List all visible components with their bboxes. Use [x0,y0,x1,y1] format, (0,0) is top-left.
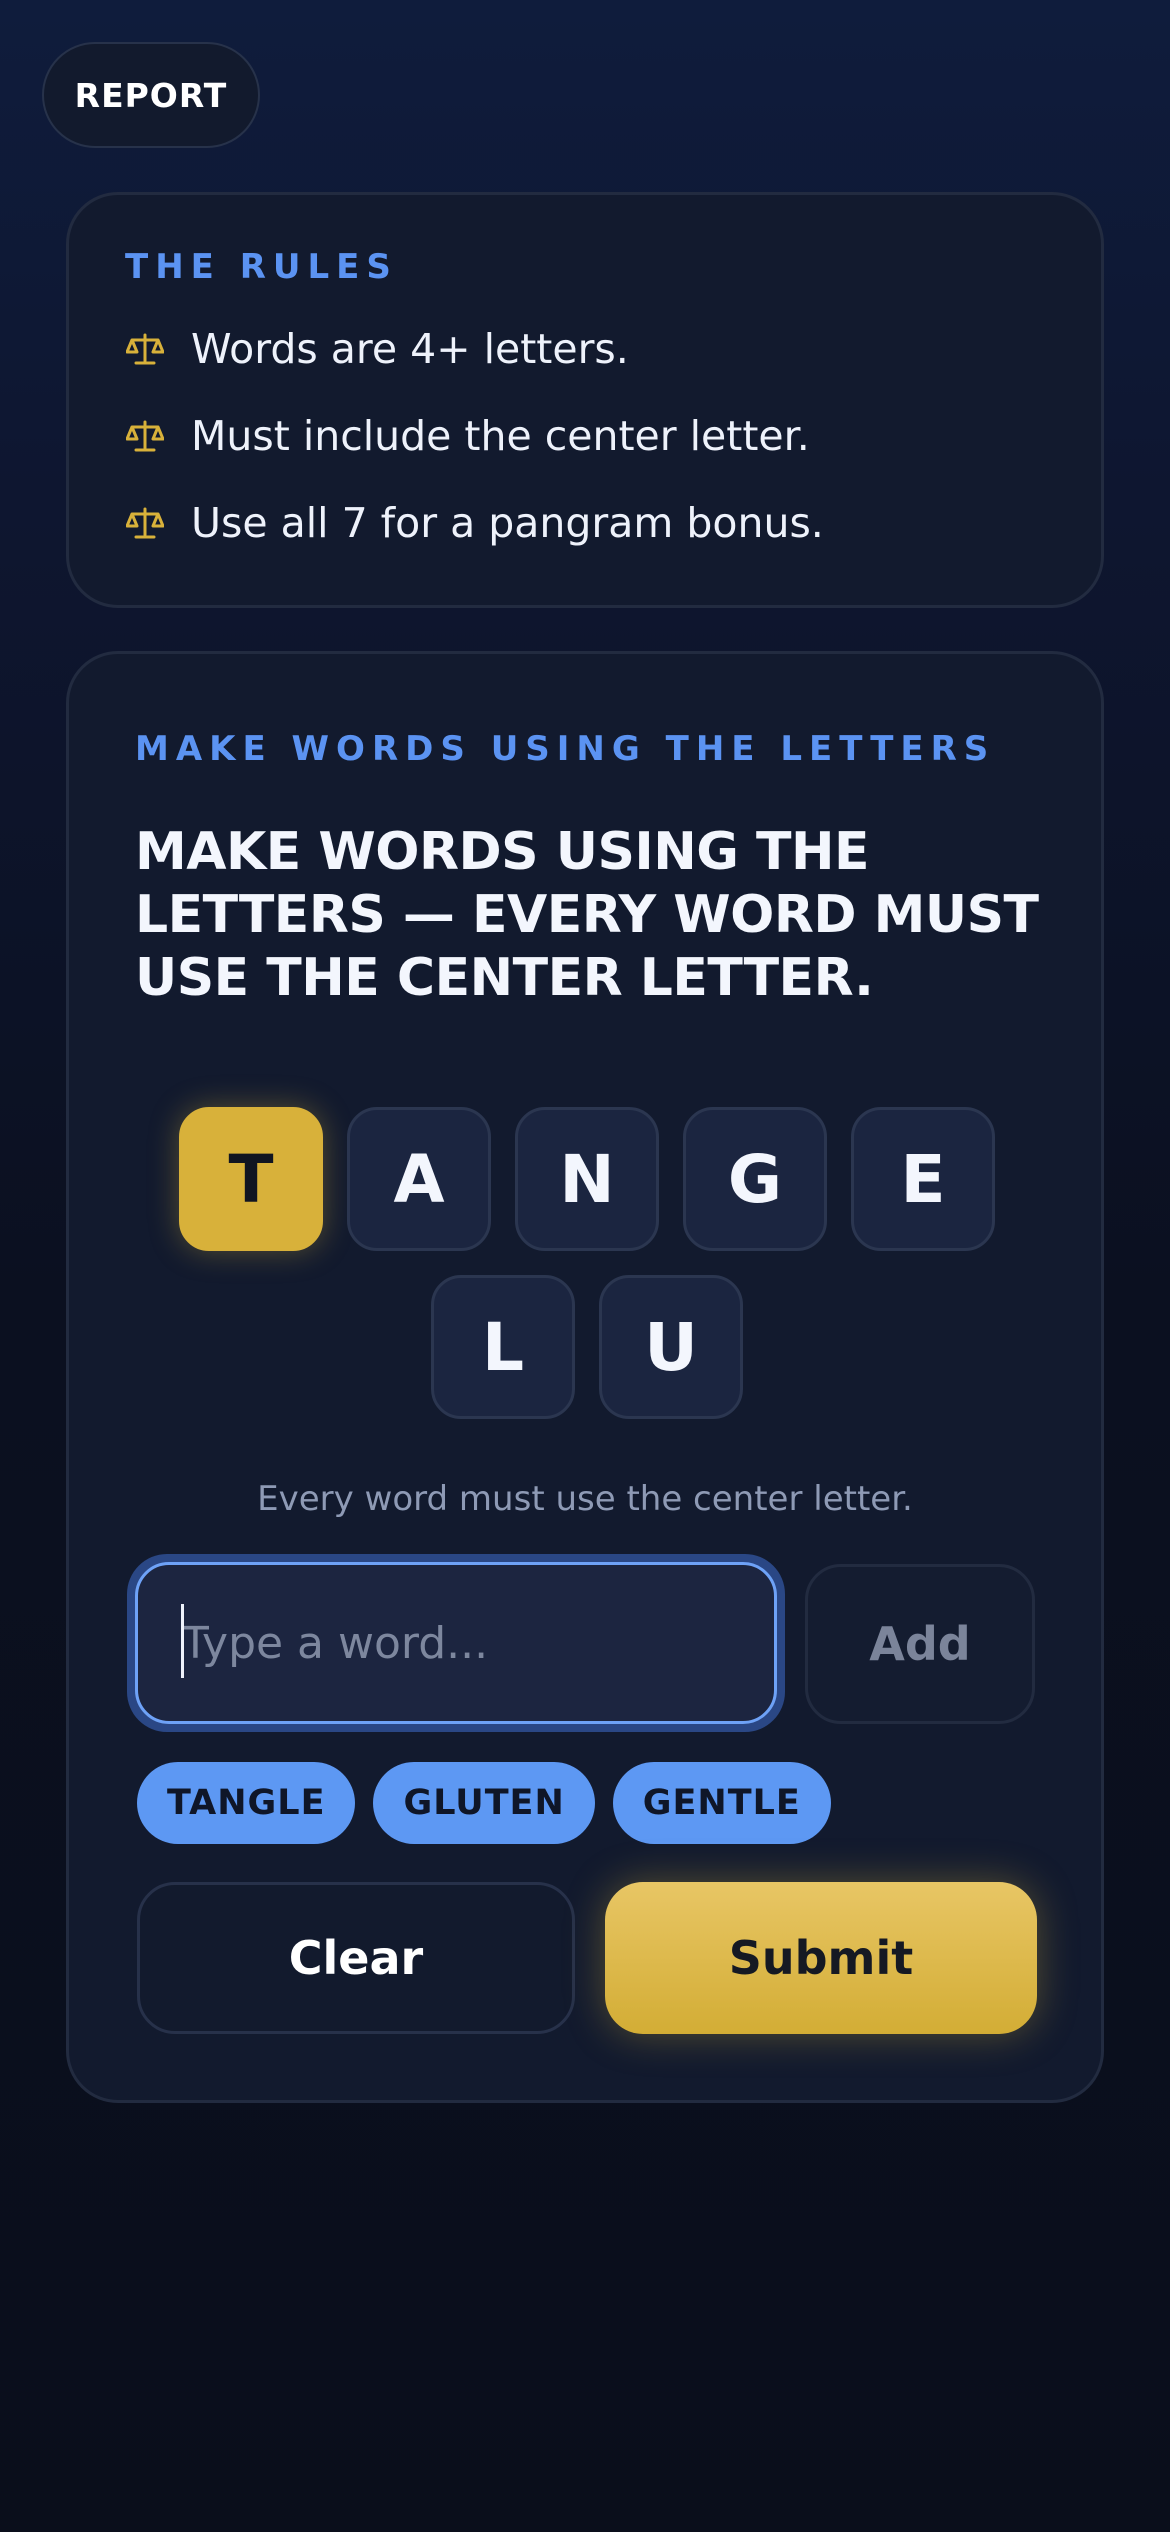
word-input[interactable] [135,1562,777,1724]
letter-tile[interactable]: E [851,1107,995,1251]
letter-tile[interactable]: N [515,1107,659,1251]
scales-icon [125,416,165,456]
add-button[interactable]: Add [805,1564,1035,1724]
word-input-wrapper [127,1554,785,1732]
letter-tile[interactable]: G [683,1107,827,1251]
letter-tile[interactable]: U [599,1275,743,1419]
found-words-list: TANGLE GLUTEN GENTLE [137,1762,831,1844]
text-caret [181,1604,184,1678]
rules-heading: THE RULES [125,247,398,287]
found-word-chip[interactable]: GLUTEN [373,1762,595,1844]
rule-text: Use all 7 for a pangram bonus. [191,499,824,547]
game-card: MAKE WORDS USING THE LETTERS MAKE WORDS … [66,651,1104,2103]
scales-icon [125,329,165,369]
clear-button[interactable]: Clear [137,1882,575,2034]
game-headline: MAKE WORDS USING THE LETTERS — EVERY WOR… [135,822,1039,1008]
found-word-chip[interactable]: GENTLE [612,1762,831,1844]
found-word-chip[interactable]: TANGLE [137,1762,356,1844]
submit-button[interactable]: Submit [605,1882,1037,2034]
rules-card: THE RULES Words are 4+ letters. Must inc… [66,192,1104,608]
rule-text: Words are 4+ letters. [191,325,629,373]
game-label: MAKE WORDS USING THE LETTERS [135,729,996,769]
scales-icon [125,503,165,543]
rule-text: Must include the center letter. [191,412,810,460]
rule-item: Use all 7 for a pangram bonus. [125,493,824,553]
rule-item: Words are 4+ letters. [125,319,629,379]
report-button[interactable]: REPORT [42,42,260,148]
letter-tile[interactable]: L [431,1275,575,1419]
letter-tile[interactable]: A [347,1107,491,1251]
rule-item: Must include the center letter. [125,406,810,466]
hint-text: Every word must use the center letter. [257,1479,913,1519]
letter-tile-center[interactable]: T [179,1107,323,1251]
